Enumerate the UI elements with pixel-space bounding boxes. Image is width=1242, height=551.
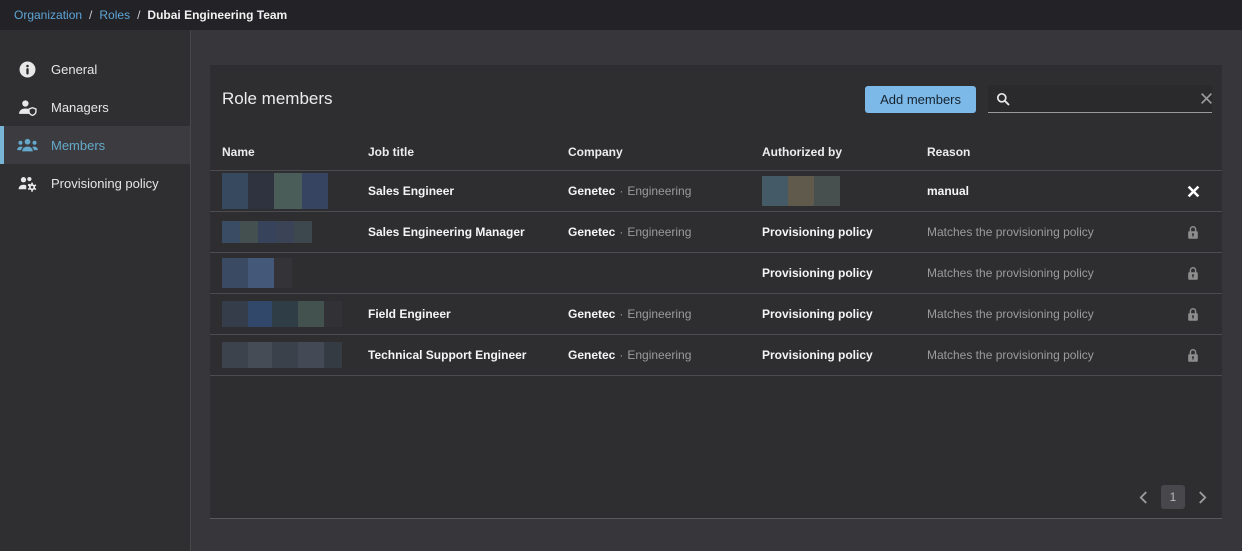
- sidebar-item-provisioning-policy[interactable]: Provisioning policy: [0, 164, 190, 202]
- column-header-job-title: Job title: [368, 145, 568, 159]
- search-box[interactable]: [988, 85, 1212, 113]
- breadcrumb-separator: /: [89, 8, 92, 22]
- provisioning-gear-icon: [16, 175, 38, 192]
- reason-cell: Matches the provisioning policy: [927, 225, 1176, 239]
- company-name: Genetec: [568, 184, 615, 198]
- row-action-cell: [1176, 225, 1210, 240]
- company-separator: ·: [615, 184, 627, 198]
- member-name-cell: [222, 258, 368, 288]
- row-action-cell: [1176, 348, 1210, 363]
- breadcrumb-separator: /: [137, 8, 140, 22]
- remove-member-icon[interactable]: [1185, 183, 1202, 200]
- member-name-redacted: [222, 173, 368, 209]
- company-separator: ·: [615, 307, 627, 321]
- sidebar-item-general[interactable]: General: [0, 50, 190, 88]
- job-title-cell: Sales Engineering Manager: [368, 225, 568, 239]
- job-title-cell: Field Engineer: [368, 307, 568, 321]
- role-members-panel: Role members Add members: [210, 65, 1222, 519]
- add-members-button[interactable]: Add members: [865, 86, 976, 113]
- company-cell: Genetec·Engineering: [568, 307, 762, 321]
- row-action-cell: [1176, 307, 1210, 322]
- sidebar-item-label: Members: [51, 138, 105, 153]
- member-name-redacted: [222, 258, 368, 288]
- lock-icon: [1187, 348, 1199, 363]
- member-name-redacted: [222, 221, 368, 243]
- reason-cell: Matches the provisioning policy: [927, 266, 1176, 280]
- sidebar: General Managers: [0, 30, 191, 551]
- department-name: Engineering: [627, 184, 691, 198]
- column-header-name: Name: [222, 145, 368, 159]
- column-header-authorized-by: Authorized by: [762, 145, 927, 159]
- company-cell: Genetec·Engineering: [568, 348, 762, 362]
- row-action-cell: [1176, 183, 1210, 200]
- column-header-reason: Reason: [927, 145, 1176, 159]
- member-name-cell: [222, 221, 368, 243]
- company-separator: ·: [615, 225, 627, 239]
- company-cell: Genetec·Engineering: [568, 184, 762, 198]
- app-window: Organization / Roles / Dubai Engineering…: [0, 0, 1242, 551]
- clear-search-icon[interactable]: [1198, 90, 1215, 107]
- lock-icon: [1187, 307, 1199, 322]
- authorized-by-cell: [762, 176, 927, 206]
- authorized-by-redacted: [762, 176, 927, 206]
- page-title: Role members: [222, 89, 333, 109]
- sidebar-item-label: Managers: [51, 100, 109, 115]
- member-name-redacted: [222, 301, 368, 327]
- authorized-by-cell: Provisioning policy: [762, 307, 927, 321]
- breadcrumb-current-page: Dubai Engineering Team: [147, 8, 287, 22]
- table-header-row: Name Job title Company Authorized by Rea…: [210, 133, 1222, 171]
- sidebar-item-members[interactable]: Members: [0, 126, 190, 164]
- company-name: Genetec: [568, 307, 615, 321]
- sidebar-item-label: General: [51, 62, 97, 77]
- authorized-by-cell: Provisioning policy: [762, 225, 927, 239]
- company-name: Genetec: [568, 225, 615, 239]
- job-title-cell: Sales Engineer: [368, 184, 568, 198]
- previous-page-button[interactable]: [1136, 488, 1151, 507]
- authorized-by-cell: Provisioning policy: [762, 348, 927, 362]
- department-name: Engineering: [627, 307, 691, 321]
- reason-cell: Matches the provisioning policy: [927, 348, 1176, 362]
- lock-icon: [1187, 225, 1199, 240]
- table-body: Sales EngineerGenetec·EngineeringmanualS…: [210, 171, 1222, 376]
- lock-icon: [1187, 266, 1199, 281]
- department-name: Engineering: [627, 348, 691, 362]
- row-action-cell: [1176, 266, 1210, 281]
- table-row[interactable]: Technical Support EngineerGenetec·Engine…: [210, 335, 1222, 376]
- header-actions: Add members: [865, 85, 1212, 113]
- sidebar-item-managers[interactable]: Managers: [0, 88, 190, 126]
- company-name: Genetec: [568, 348, 615, 362]
- column-header-company: Company: [568, 145, 762, 159]
- reason-cell: manual: [927, 184, 1176, 198]
- page-number-button[interactable]: 1: [1161, 485, 1185, 509]
- members-group-icon: [16, 138, 38, 153]
- company-separator: ·: [615, 348, 627, 362]
- member-name-cell: [222, 301, 368, 327]
- next-page-button[interactable]: [1195, 488, 1210, 507]
- table-row[interactable]: Sales Engineering ManagerGenetec·Enginee…: [210, 212, 1222, 253]
- sidebar-item-label: Provisioning policy: [51, 176, 159, 191]
- member-name-redacted: [222, 342, 368, 368]
- breadcrumb: Organization / Roles / Dubai Engineering…: [0, 0, 1242, 30]
- manager-shield-icon: [16, 99, 38, 116]
- info-icon: [16, 61, 38, 78]
- pagination: 1: [1136, 485, 1210, 509]
- breadcrumb-link-organization[interactable]: Organization: [14, 8, 82, 22]
- reason-cell: Matches the provisioning policy: [927, 307, 1176, 321]
- member-name-cell: [222, 173, 368, 209]
- table-row[interactable]: Provisioning policyMatches the provision…: [210, 253, 1222, 294]
- department-name: Engineering: [627, 225, 691, 239]
- company-cell: Genetec·Engineering: [568, 225, 762, 239]
- table-row[interactable]: Field EngineerGenetec·EngineeringProvisi…: [210, 294, 1222, 335]
- authorized-by-cell: Provisioning policy: [762, 266, 927, 280]
- job-title-cell: Technical Support Engineer: [368, 348, 568, 362]
- search-input[interactable]: [1016, 91, 1192, 106]
- member-name-cell: [222, 342, 368, 368]
- table-row[interactable]: Sales EngineerGenetec·Engineering manual: [210, 171, 1222, 212]
- search-icon: [996, 92, 1010, 106]
- panel-header: Role members Add members: [210, 65, 1222, 133]
- breadcrumb-link-roles[interactable]: Roles: [99, 8, 130, 22]
